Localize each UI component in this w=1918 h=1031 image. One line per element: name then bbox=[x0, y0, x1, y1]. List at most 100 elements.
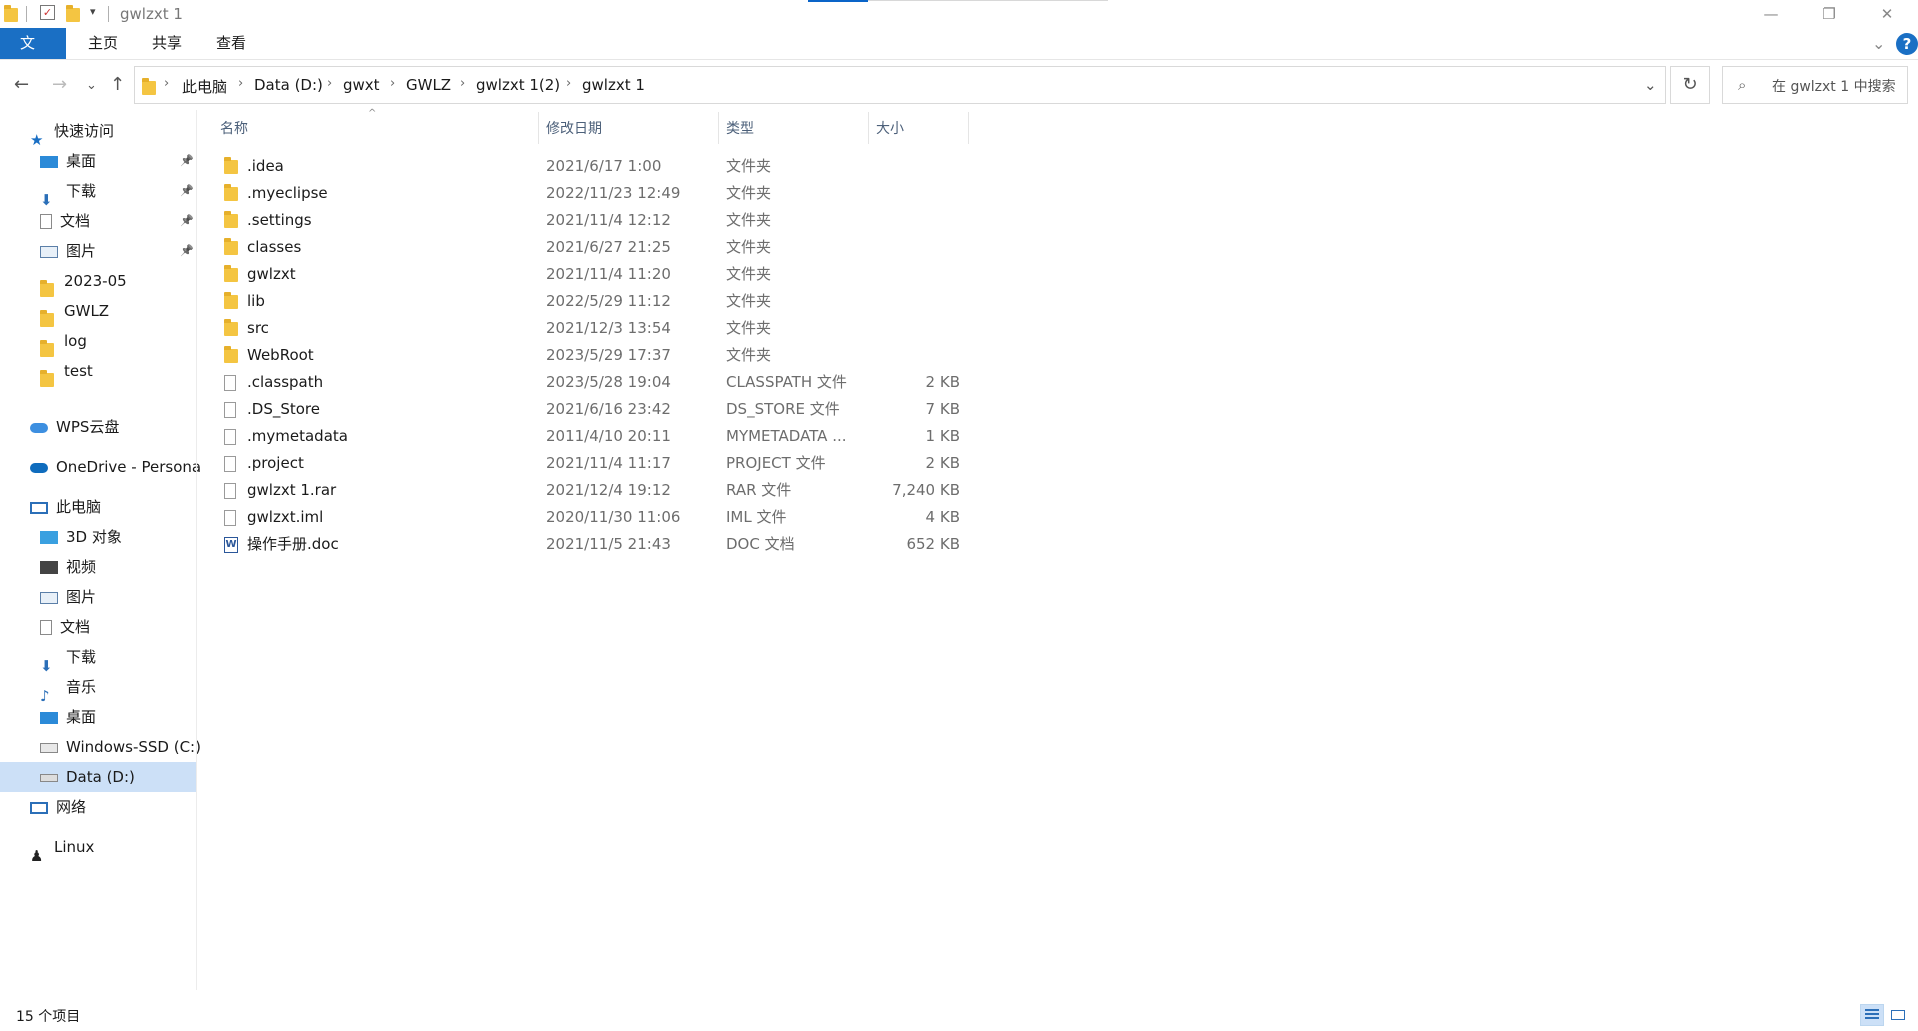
new-folder-icon[interactable] bbox=[66, 4, 82, 22]
sidebar-quick-access[interactable]: ★ 快速访问 bbox=[30, 116, 114, 149]
table-row[interactable]: .settings 2021/11/4 12:12 文件夹 bbox=[210, 207, 970, 234]
tab-file[interactable]: 文件 bbox=[0, 28, 66, 83]
folder-icon bbox=[40, 275, 56, 297]
details-view-button[interactable] bbox=[1860, 1004, 1884, 1026]
folder-icon bbox=[40, 365, 56, 387]
ribbon-collapse-icon[interactable]: ⌄ bbox=[1872, 34, 1885, 53]
minimize-button[interactable]: — bbox=[1742, 0, 1800, 28]
sidebar-item[interactable]: GWLZ bbox=[40, 296, 109, 327]
chevron-right-icon[interactable]: › bbox=[327, 76, 332, 91]
table-row[interactable]: classes 2021/6/27 21:25 文件夹 bbox=[210, 234, 970, 261]
customize-toolbar-icon[interactable]: ▾ bbox=[90, 5, 106, 21]
tab-home[interactable]: 主页 bbox=[66, 28, 140, 59]
table-row[interactable]: .mymetadata 2011/4/10 20:11 MYMETADATA ...… bbox=[210, 423, 970, 450]
breadcrumb-gwxt[interactable]: gwxt bbox=[343, 76, 380, 94]
address-folder-icon bbox=[142, 77, 156, 96]
pin-icon[interactable]: 📌 bbox=[180, 214, 194, 227]
table-row[interactable]: .classpath 2023/5/28 19:04 CLASSPATH 文件 2 K… bbox=[210, 369, 970, 396]
sidebar-linux[interactable]: ♟ Linux bbox=[30, 832, 94, 865]
chevron-right-icon[interactable]: › bbox=[238, 76, 243, 91]
file-icon-wrap bbox=[224, 342, 238, 369]
column-header-name[interactable]: 名称 bbox=[220, 118, 248, 138]
cloud-icon bbox=[30, 422, 48, 433]
sidebar-item-label: Windows-SSD (C:) bbox=[66, 738, 201, 756]
chevron-right-icon[interactable]: › bbox=[460, 76, 465, 91]
breadcrumb-gwlzxt-1[interactable]: gwlzxt 1 bbox=[582, 76, 645, 94]
up-icon[interactable]: ↑ bbox=[110, 74, 125, 95]
sidebar-item[interactable]: 桌面 bbox=[40, 146, 96, 176]
desktop-icon bbox=[40, 155, 58, 168]
chevron-right-icon[interactable]: › bbox=[566, 76, 571, 91]
sidebar-item[interactable]: ♪ 音乐 bbox=[40, 672, 97, 705]
sidebar-item[interactable]: 图片 bbox=[40, 236, 96, 266]
table-row[interactable]: .project 2021/11/4 11:17 PROJECT 文件 2 KB bbox=[210, 450, 970, 477]
column-divider[interactable] bbox=[868, 112, 869, 144]
table-row[interactable]: gwlzxt 2021/11/4 11:20 文件夹 bbox=[210, 261, 970, 288]
sidebar-item[interactable]: 图片 bbox=[40, 582, 96, 612]
table-row[interactable]: WebRoot 2023/5/29 17:37 文件夹 bbox=[210, 342, 970, 369]
sidebar-wps[interactable]: WPS云盘 bbox=[30, 412, 119, 442]
sidebar-item[interactable]: Windows-SSD (C:) bbox=[40, 732, 201, 762]
folder-icon bbox=[224, 237, 238, 255]
refresh-button[interactable]: ↻ bbox=[1670, 66, 1710, 104]
table-row[interactable]: W 操作手册.doc 2021/11/5 21:43 DOC 文档 652 KB bbox=[210, 531, 970, 558]
sidebar-item[interactable]: 文档 bbox=[40, 206, 90, 236]
column-divider[interactable] bbox=[718, 112, 719, 144]
pin-icon[interactable]: 📌 bbox=[180, 184, 194, 197]
folder-icon[interactable] bbox=[4, 4, 20, 22]
sidebar-item[interactable]: log bbox=[40, 326, 87, 357]
table-row[interactable]: .idea 2021/6/17 1:00 文件夹 bbox=[210, 153, 970, 180]
large-icons-view-button[interactable] bbox=[1886, 1004, 1910, 1026]
pin-icon[interactable]: 📌 bbox=[180, 154, 194, 167]
address-dropdown-icon[interactable]: ⌄ bbox=[1644, 76, 1657, 94]
close-button[interactable]: ✕ bbox=[1858, 0, 1916, 28]
recent-locations-icon[interactable]: ⌄ bbox=[86, 78, 97, 93]
table-row[interactable]: gwlzxt.iml 2020/11/30 11:06 IML 文件 4 KB bbox=[210, 504, 970, 531]
column-divider[interactable] bbox=[538, 112, 539, 144]
sidebar-item[interactable]: 2023-05 bbox=[40, 266, 127, 297]
file-name: WebRoot bbox=[247, 346, 314, 364]
sidebar-item[interactable]: 桌面 bbox=[40, 702, 96, 732]
sidebar-item[interactable]: 文档 bbox=[40, 612, 90, 642]
chevron-right-icon[interactable]: › bbox=[164, 76, 169, 91]
pane-divider[interactable] bbox=[196, 110, 197, 990]
restore-button[interactable]: ❐ bbox=[1800, 0, 1858, 28]
forward-icon[interactable]: → bbox=[52, 74, 67, 95]
sidebar-onedrive[interactable]: OneDrive - Persona bbox=[30, 452, 201, 482]
chevron-right-icon[interactable]: › bbox=[390, 76, 395, 91]
column-divider[interactable] bbox=[968, 112, 969, 144]
sidebar-item[interactable]: Data (D:) bbox=[0, 762, 196, 792]
file-type: 文件夹 bbox=[726, 157, 772, 175]
sidebar-item[interactable]: test bbox=[40, 356, 93, 387]
sidebar-network[interactable]: 网络 bbox=[30, 792, 86, 822]
help-icon[interactable]: ? bbox=[1896, 33, 1918, 55]
table-row[interactable]: lib 2022/5/29 11:12 文件夹 bbox=[210, 288, 970, 315]
sidebar-item-label: 音乐 bbox=[66, 678, 97, 696]
file-date: 2021/6/17 1:00 bbox=[546, 157, 662, 175]
divider bbox=[108, 6, 109, 22]
sidebar-item[interactable]: 3D 对象 bbox=[40, 522, 122, 552]
table-row[interactable]: src 2021/12/3 13:54 文件夹 bbox=[210, 315, 970, 342]
column-header-type[interactable]: 类型 bbox=[726, 118, 754, 138]
file-name: gwlzxt bbox=[247, 265, 296, 283]
sidebar-item[interactable]: 视频 bbox=[40, 552, 96, 582]
breadcrumb-this-pc[interactable]: 此电脑 bbox=[182, 76, 227, 97]
breadcrumb-data-d[interactable]: Data (D:) bbox=[254, 76, 323, 94]
sidebar-this-pc[interactable]: 此电脑 bbox=[30, 492, 101, 522]
column-header-size[interactable]: 大小 bbox=[876, 118, 904, 138]
tab-share[interactable]: 共享 bbox=[130, 28, 204, 59]
column-header-date[interactable]: 修改日期 bbox=[546, 118, 602, 138]
table-row[interactable]: .DS_Store 2021/6/16 23:42 DS_STORE 文件 7 KB bbox=[210, 396, 970, 423]
pin-icon[interactable]: 📌 bbox=[180, 244, 194, 257]
sidebar-item[interactable]: ⬇ 下载 bbox=[40, 642, 96, 675]
table-row[interactable]: gwlzxt 1.rar 2021/12/4 19:12 RAR 文件 7,240 K… bbox=[210, 477, 970, 504]
table-row[interactable]: .myeclipse 2022/11/23 12:49 文件夹 bbox=[210, 180, 970, 207]
properties-icon[interactable]: ✓ bbox=[40, 5, 55, 20]
sidebar-item[interactable]: ⬇ 下载 bbox=[40, 176, 96, 209]
back-icon[interactable]: ← bbox=[14, 74, 29, 95]
file-icon-wrap bbox=[224, 180, 238, 207]
breadcrumb-gwlzxt-1-2[interactable]: gwlzxt 1(2) bbox=[476, 76, 560, 94]
breadcrumb-gwlz[interactable]: GWLZ bbox=[406, 76, 451, 94]
tab-view[interactable]: 查看 bbox=[194, 28, 268, 59]
file-icon-wrap bbox=[224, 261, 238, 288]
